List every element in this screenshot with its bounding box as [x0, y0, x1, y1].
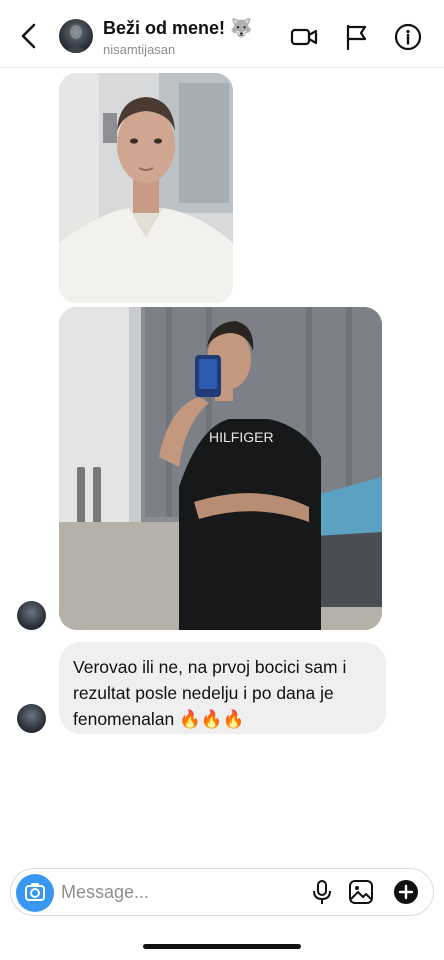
info-icon[interactable]	[393, 22, 423, 52]
chat-username: nisamtijasan	[103, 42, 176, 57]
message-composer	[10, 868, 434, 916]
camera-button[interactable]	[16, 874, 54, 912]
message-text: Verovao ili ne, na prvoj bocici sam i re…	[73, 657, 347, 729]
chat-header: Beži od mene! 🐺 nisamtijasan	[0, 0, 444, 68]
message-bubble[interactable]: Verovao ili ne, na prvoj bocici sam i re…	[59, 642, 386, 734]
message-input[interactable]	[61, 877, 301, 907]
chat-title-block[interactable]: Beži od mene! 🐺 nisamtijasan	[103, 18, 252, 57]
avatar[interactable]	[17, 601, 46, 630]
svg-text:HILFIGER: HILFIGER	[209, 429, 274, 445]
plus-icon[interactable]	[392, 878, 420, 906]
video-call-icon[interactable]	[289, 22, 319, 52]
photo-message[interactable]: HILFIGER	[59, 307, 382, 630]
avatar[interactable]	[17, 704, 46, 733]
camera-icon	[25, 883, 45, 901]
chat-title: Beži od mene! 🐺	[103, 18, 253, 38]
gallery-icon[interactable]	[347, 878, 375, 906]
flag-icon[interactable]	[342, 22, 372, 52]
photo-message[interactable]	[59, 73, 233, 303]
home-indicator	[143, 944, 301, 949]
microphone-icon[interactable]	[308, 878, 336, 906]
chevron-left-icon[interactable]	[18, 22, 42, 50]
avatar[interactable]	[59, 19, 93, 53]
